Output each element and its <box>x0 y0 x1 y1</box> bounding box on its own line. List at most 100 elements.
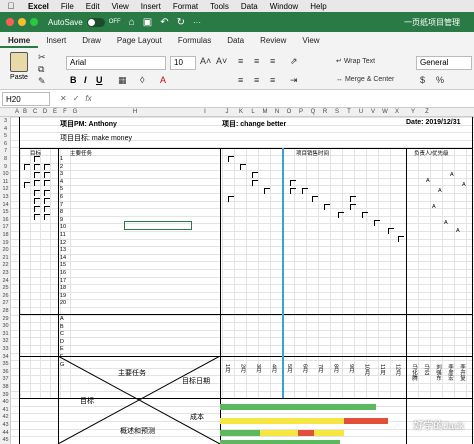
row-header[interactable]: 20 <box>0 247 11 253</box>
fill-color-icon[interactable]: ◊ <box>140 75 144 85</box>
menu-format[interactable]: Format <box>167 2 204 11</box>
tab-page-layout[interactable]: Page Layout <box>109 36 170 48</box>
row-header[interactable]: 32 <box>0 338 11 344</box>
bold-icon[interactable]: B <box>70 75 77 85</box>
currency-icon[interactable]: $ <box>420 75 425 85</box>
column-header[interactable]: X <box>392 109 402 115</box>
wrap-text-button[interactable]: ↵ Wrap Text <box>336 57 375 65</box>
row-header[interactable]: 36 <box>0 369 11 375</box>
row-header[interactable]: 35 <box>0 361 11 367</box>
tab-data[interactable]: Data <box>219 36 252 48</box>
minimize-icon[interactable] <box>18 18 26 26</box>
row-header[interactable]: 19 <box>0 240 11 246</box>
row-header[interactable]: 15 <box>0 209 11 215</box>
column-header[interactable]: U <box>356 109 366 115</box>
column-header[interactable]: C <box>30 109 40 115</box>
home-icon[interactable]: ⌂ <box>129 17 135 28</box>
row-header[interactable]: 10 <box>0 171 11 177</box>
tab-draw[interactable]: Draw <box>74 36 109 48</box>
italic-icon[interactable]: I <box>84 75 87 85</box>
tab-view[interactable]: View <box>294 36 327 48</box>
menu-tools[interactable]: Tools <box>204 2 235 11</box>
menu-file[interactable]: File <box>55 2 80 11</box>
column-header[interactable]: W <box>380 109 390 115</box>
row-header[interactable]: 9 <box>0 164 11 170</box>
column-header[interactable]: T <box>344 109 354 115</box>
menu-data[interactable]: Data <box>235 2 264 11</box>
column-header[interactable]: Y <box>408 109 418 115</box>
cut-icon[interactable]: ✂ <box>38 52 46 63</box>
column-header[interactable]: V <box>368 109 378 115</box>
row-header[interactable]: 37 <box>0 376 11 382</box>
menu-app[interactable]: Excel <box>22 2 55 11</box>
selected-cell-h20[interactable] <box>124 221 192 230</box>
row-header[interactable]: 34 <box>0 354 11 360</box>
row-header[interactable]: 24 <box>0 278 11 284</box>
row-header[interactable]: 23 <box>0 270 11 276</box>
row-header[interactable]: 33 <box>0 346 11 352</box>
tab-insert[interactable]: Insert <box>38 36 74 48</box>
align-bottom-icon[interactable]: ≡ <box>270 56 275 66</box>
tab-formulas[interactable]: Formulas <box>170 36 219 48</box>
column-header[interactable]: S <box>332 109 342 115</box>
row-header[interactable]: 44 <box>0 430 11 436</box>
menu-help[interactable]: Help <box>304 2 332 11</box>
row-header[interactable]: 31 <box>0 331 11 337</box>
redo-icon[interactable]: ↻ <box>177 17 185 28</box>
align-top-icon[interactable]: ≡ <box>238 56 243 66</box>
spreadsheet-grid[interactable]: ABCDEFGHIJKLMNOPQRSTUVWXYZ 3 4 5 6 7 8 9 10 11 12… <box>0 108 474 444</box>
orientation-icon[interactable]: ⇗ <box>290 56 298 67</box>
row-header[interactable]: 42 <box>0 414 11 420</box>
row-header[interactable]: 30 <box>0 323 11 329</box>
name-box[interactable]: H20 <box>2 91 50 106</box>
row-header[interactable]: 26 <box>0 293 11 299</box>
row-header[interactable]: 27 <box>0 300 11 306</box>
row-header[interactable]: 3 <box>0 118 11 124</box>
row-header[interactable]: 8 <box>0 156 11 162</box>
row-header[interactable]: 39 <box>0 392 11 398</box>
formula-icons[interactable]: ✕✓fx <box>60 94 92 103</box>
font-size-select[interactable]: 10 <box>170 56 196 70</box>
column-header[interactable]: D <box>40 109 50 115</box>
autosave-toggle[interactable] <box>86 17 105 27</box>
row-header[interactable]: 11 <box>0 179 11 185</box>
row-header[interactable]: 41 <box>0 407 11 413</box>
font-name-select[interactable]: Arial <box>66 56 166 70</box>
column-header[interactable]: N <box>272 109 282 115</box>
row-header[interactable]: 43 <box>0 422 11 428</box>
column-header[interactable]: Q <box>308 109 318 115</box>
column-header[interactable]: K <box>236 109 246 115</box>
menu-view[interactable]: View <box>106 2 135 11</box>
number-format-select[interactable]: General <box>416 56 472 70</box>
autosave-control[interactable]: AutoSave OFF <box>48 17 121 27</box>
apple-icon[interactable]:  <box>0 1 22 11</box>
merge-center-button[interactable]: ↔ Merge & Center <box>336 76 394 83</box>
menu-insert[interactable]: Insert <box>135 2 167 11</box>
align-middle-icon[interactable]: ≡ <box>254 56 259 66</box>
menu-window[interactable]: Window <box>264 2 304 11</box>
undo-icon[interactable]: ↶ <box>160 17 168 28</box>
tab-review[interactable]: Review <box>252 36 294 48</box>
percent-icon[interactable]: % <box>436 75 444 85</box>
column-header[interactable]: F <box>60 109 70 115</box>
font-color-icon[interactable]: A <box>160 75 166 85</box>
align-left-icon[interactable]: ≡ <box>238 75 243 85</box>
row-header[interactable]: 18 <box>0 232 11 238</box>
column-header[interactable]: G <box>70 109 80 115</box>
column-header[interactable]: I <box>200 109 210 115</box>
increase-font-icon[interactable]: A˄ <box>200 56 211 66</box>
row-header[interactable]: 7 <box>0 148 11 154</box>
row-header[interactable]: 17 <box>0 224 11 230</box>
column-header[interactable]: B <box>20 109 30 115</box>
align-right-icon[interactable]: ≡ <box>270 75 275 85</box>
column-header[interactable]: L <box>248 109 258 115</box>
tab-home[interactable]: Home <box>0 36 39 48</box>
row-header[interactable]: 28 <box>0 308 11 314</box>
column-header[interactable]: H <box>130 109 140 115</box>
column-header[interactable]: Z <box>422 109 432 115</box>
column-header[interactable]: R <box>320 109 330 115</box>
row-header[interactable]: 38 <box>0 384 11 390</box>
column-header[interactable]: P <box>296 109 306 115</box>
row-header[interactable]: 13 <box>0 194 11 200</box>
row-header[interactable]: 25 <box>0 285 11 291</box>
